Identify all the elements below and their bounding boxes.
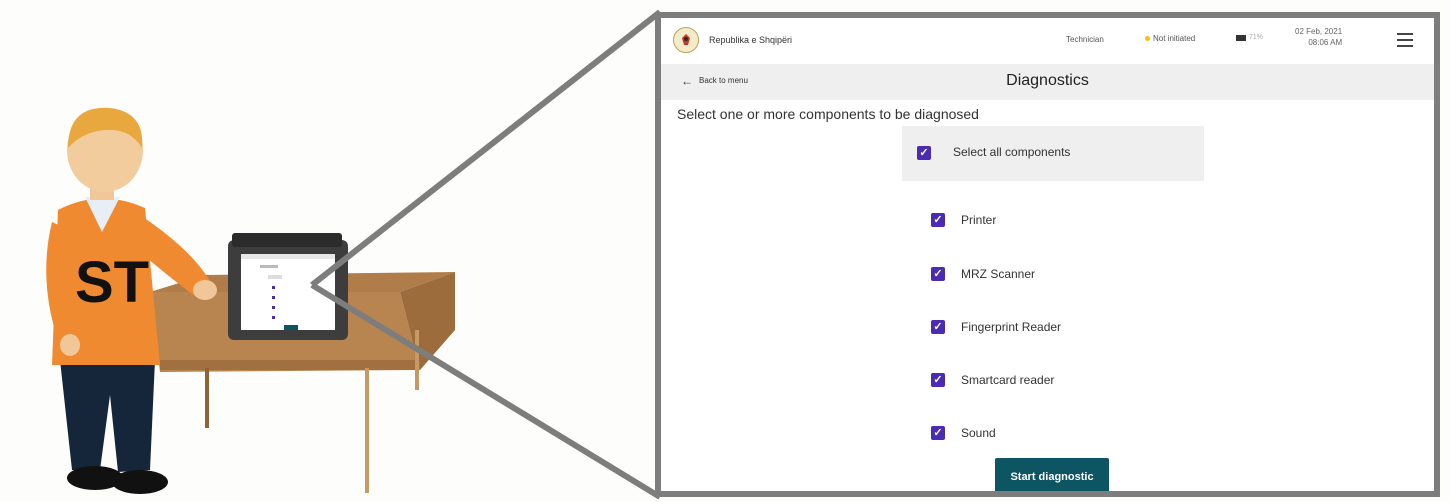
- start-diagnostic-button[interactable]: Start diagnostic: [995, 458, 1109, 491]
- mrz-scanner-checkbox[interactable]: ✓: [931, 267, 945, 281]
- top-bar: Republika e Shqipëri Technician Not init…: [661, 18, 1434, 65]
- mrz-scanner-label: MRZ Scanner: [961, 267, 1036, 281]
- nav-bar: ← Back to menu Diagnostics: [661, 64, 1434, 100]
- zoom-connector: [310, 9, 662, 500]
- fingerprint-reader-checkbox[interactable]: ✓: [931, 320, 945, 334]
- smartcard-reader-checkbox[interactable]: ✓: [931, 373, 945, 387]
- status-text: Not initiated: [1153, 34, 1196, 43]
- country-emblem-icon: [673, 27, 699, 53]
- printer-label: Printer: [961, 213, 997, 227]
- printer-checkbox[interactable]: ✓: [931, 213, 945, 227]
- instruction-text: Select one or more components to be diag…: [677, 106, 979, 122]
- kiosk-device: [228, 233, 348, 340]
- diagnostics-screen: Republika e Shqipëri Technician Not init…: [655, 12, 1440, 497]
- status-dot-icon: [1145, 36, 1150, 41]
- fingerprint-reader-label: Fingerprint Reader: [961, 320, 1062, 334]
- select-all-row[interactable]: ✓ Select all components: [902, 126, 1204, 181]
- page-title: Diagnostics: [1006, 72, 1089, 89]
- operator-badge: ST: [75, 250, 149, 315]
- smartcard-reader-label: Smartcard reader: [961, 373, 1055, 387]
- time-text: 08:06 AM: [1308, 38, 1343, 47]
- country-name: Republika e Shqipëri: [709, 35, 793, 45]
- date-text: 02 Feb, 2021: [1295, 27, 1343, 36]
- battery-indicator: 71%: [1236, 34, 1263, 41]
- status-indicator: Not initiated: [1145, 34, 1195, 43]
- battery-level: 71%: [1249, 34, 1264, 41]
- sound-checkbox[interactable]: ✓: [931, 426, 945, 440]
- datetime: 02 Feb, 2021 08:06 AM: [1295, 26, 1342, 48]
- select-all-checkbox[interactable]: ✓: [917, 146, 931, 160]
- select-all-label: Select all components: [953, 145, 1071, 159]
- battery-icon: [1236, 34, 1246, 41]
- hamburger-menu-icon[interactable]: [1397, 33, 1413, 47]
- sound-label: Sound: [961, 426, 996, 440]
- user-role: Technician: [1066, 35, 1104, 44]
